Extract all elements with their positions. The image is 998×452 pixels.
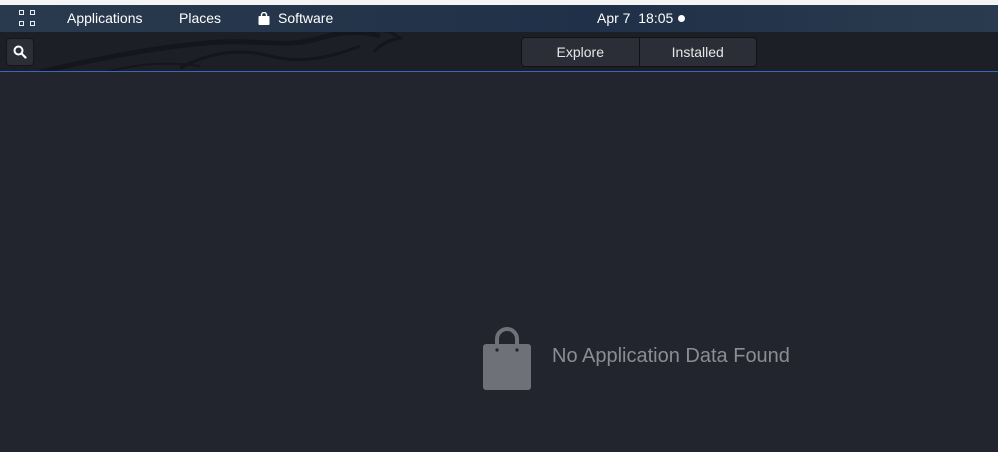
software-window: Applications Places Software Apr 7 18:05…: [0, 0, 998, 452]
dragon-watermark-icon: [40, 32, 404, 72]
main-content: No Application Data Found: [0, 72, 998, 452]
top-panel: Applications Places Software Apr 7 18:05: [0, 5, 998, 32]
tab-installed[interactable]: Installed: [638, 38, 756, 66]
software-app-menu[interactable]: Software: [278, 5, 333, 32]
search-icon: [13, 45, 27, 59]
header-bar: Explore Installed: [0, 32, 998, 72]
empty-state-message: No Application Data Found: [552, 345, 790, 367]
clock-label: Apr 7 18:05: [597, 10, 674, 26]
applications-menu[interactable]: Applications: [67, 5, 143, 32]
search-button[interactable]: [6, 38, 34, 66]
places-menu[interactable]: Places: [179, 5, 221, 32]
notification-dot-icon: [678, 15, 686, 22]
view-switcher: Explore Installed: [521, 37, 757, 67]
shopping-bag-icon: [483, 327, 531, 390]
clock[interactable]: Apr 7 18:05: [597, 5, 686, 32]
app-grid-icon[interactable]: [19, 10, 37, 28]
shopping-bag-icon: [258, 12, 270, 25]
tab-explore[interactable]: Explore: [522, 38, 639, 66]
